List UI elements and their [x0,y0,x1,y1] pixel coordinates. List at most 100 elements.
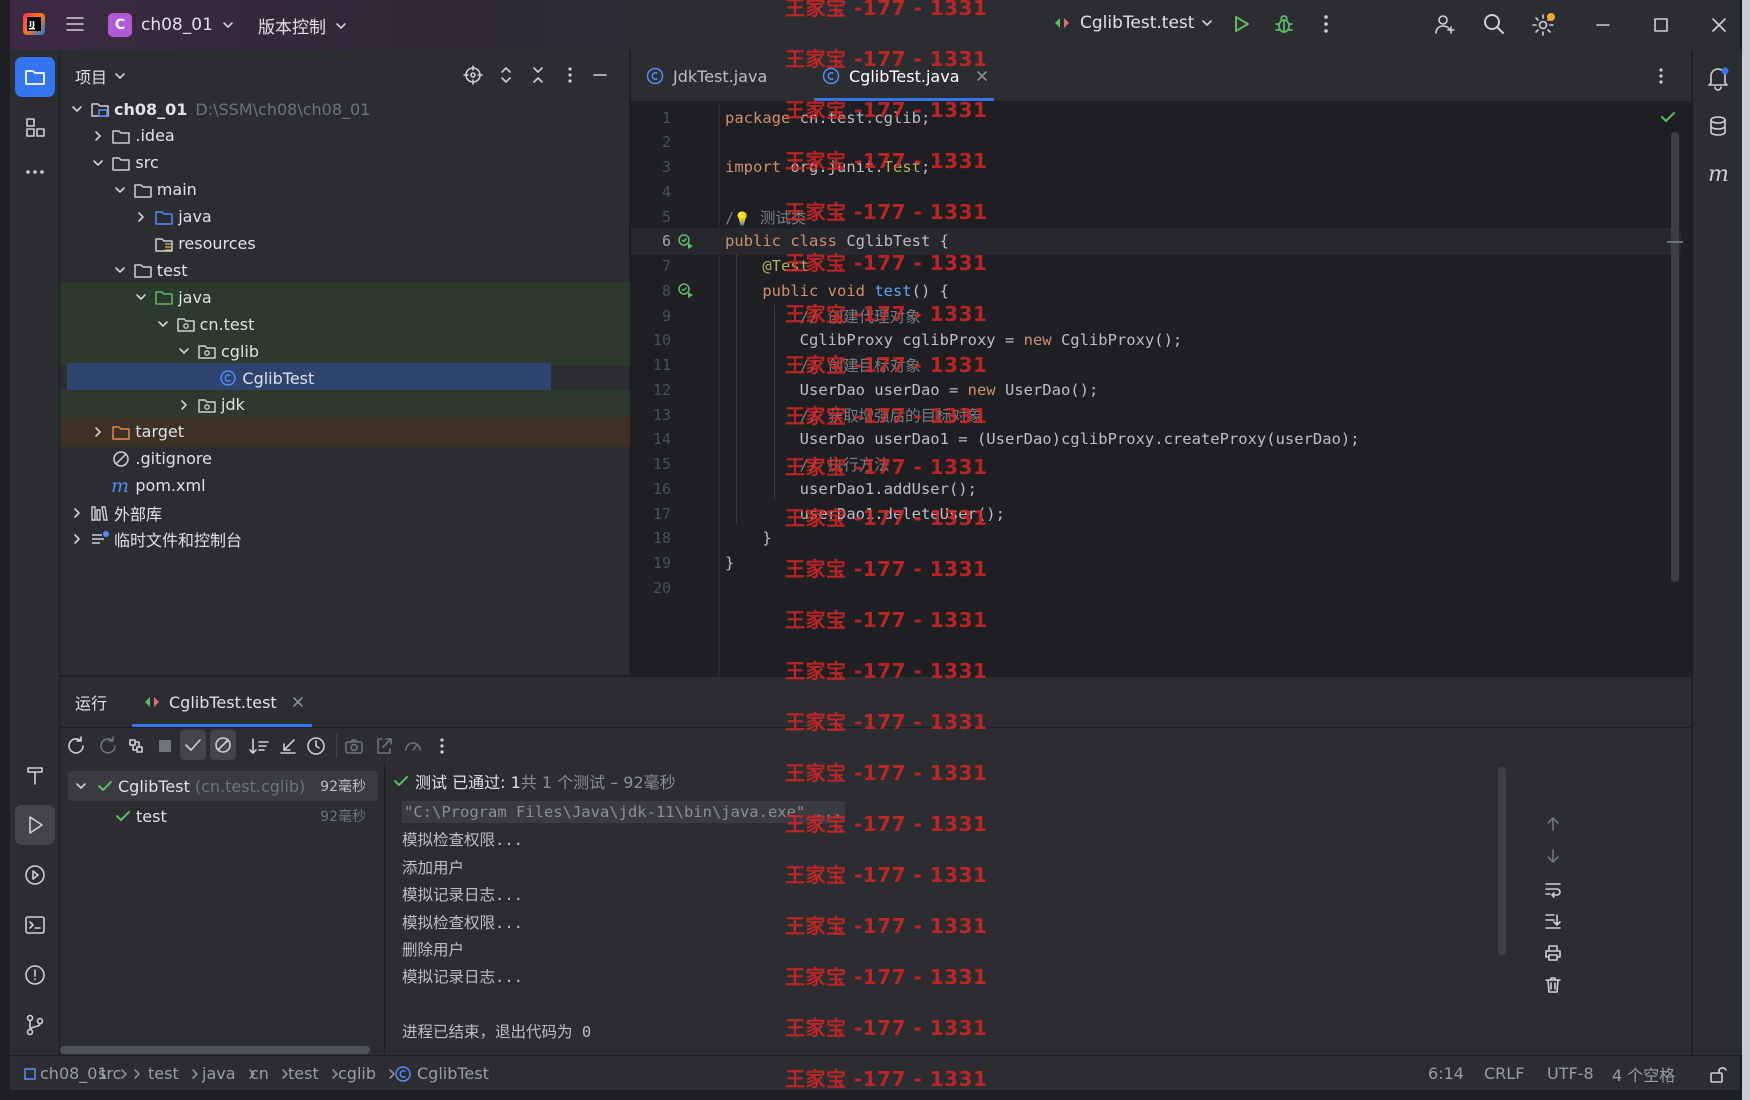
sort-icon[interactable] [248,736,270,756]
panel-options-icon[interactable] [560,65,580,85]
collapse-all-icon[interactable] [528,65,548,85]
tree-item[interactable]: .idea [60,121,630,151]
hide-panel-icon[interactable] [590,65,610,85]
tab-jdktest[interactable]: JdkTest.java [645,50,767,102]
problems-tool-button[interactable] [15,955,55,995]
code-line[interactable]: 12 UserDao userDao = new UserDao(); [631,376,1681,403]
trash-icon[interactable] [1543,975,1563,995]
chevron-down-icon[interactable] [113,183,127,197]
project-view-selector[interactable]: 项目 [75,64,127,88]
main-menu-icon[interactable] [64,13,86,35]
tab-cglibtest[interactable]: CglibTest.java [821,50,990,102]
tree-item[interactable]: java [60,202,630,232]
chevron-down-icon[interactable] [177,344,191,358]
tree-item[interactable]: cn.test [60,309,630,340]
database-button[interactable] [1698,106,1738,146]
tree-horizontal-scrollbar[interactable] [60,1046,370,1054]
breadcrumb-item[interactable]: cglib [338,1056,398,1091]
code-line[interactable]: 10 CglibProxy cglibProxy = new CglibProx… [631,327,1681,354]
code-line[interactable]: 17 userDao1.deleteUser(); [631,500,1681,527]
inspection-ok-icon[interactable] [1659,108,1677,126]
test-case-row[interactable]: test 92毫秒 [68,801,378,831]
indent-setting[interactable]: 4 个空格 [1612,1056,1675,1091]
scroll-down-icon[interactable] [1544,847,1562,865]
maximize-icon[interactable] [1650,14,1672,36]
tree-item[interactable]: test [60,255,630,285]
close-tab-icon[interactable] [974,68,990,84]
chevron-right-icon[interactable] [134,210,148,224]
code-line[interactable]: 9 // 创建代理对象 [631,302,1681,329]
code-line[interactable]: 8 public void test() { [631,277,1681,304]
import-tests-icon[interactable] [278,736,298,756]
notifications-button[interactable] [1698,58,1738,98]
editor-scrollbar[interactable] [1671,132,1679,582]
breadcrumb-item[interactable]: cn [250,1056,291,1091]
maven-button[interactable]: m [1698,154,1738,194]
code-line[interactable]: 11 // 创建目标对象 [631,352,1681,379]
tree-item[interactable]: cglib [60,336,630,367]
tree-item[interactable]: m pom.xml [60,471,630,501]
intellij-logo[interactable]: IJ [22,12,46,36]
search-icon[interactable] [1482,12,1506,36]
tree-item[interactable]: src [60,148,630,178]
tree-item[interactable]: resources [60,229,630,259]
soft-wrap-icon[interactable] [1543,879,1563,899]
test-suite-row[interactable]: CglibTest (cn.test.cglib) 92毫秒 [68,771,378,801]
tree-item[interactable]: ch08_01 D:\SSM\ch08\ch08_01 [60,94,630,124]
more-tools-button[interactable] [15,152,55,192]
print-icon[interactable] [1543,943,1563,963]
minimize-icon[interactable] [1592,14,1614,36]
rerun-failed-icon[interactable] [98,736,118,756]
breadcrumb-item[interactable]: CglibTest [394,1056,489,1091]
run-config-selector[interactable]: CglibTest.test [1052,13,1214,33]
add-user-icon[interactable] [1433,12,1457,36]
scroll-up-icon[interactable] [1544,815,1562,833]
coverage-icon[interactable] [403,736,423,756]
code-line[interactable]: 15 // 执行方法 [631,451,1681,478]
lightbulb-icon[interactable]: 💡 [734,212,750,227]
tree-item[interactable]: target [60,416,630,447]
tree-item[interactable]: java [60,282,630,313]
tree-item[interactable]: 临时文件和控制台 [60,524,630,554]
chevron-down-icon[interactable] [113,263,127,277]
project-tool-button[interactable] [15,57,55,97]
breadcrumb-item[interactable]: src [98,1056,143,1091]
chevron-down-icon[interactable] [91,156,105,170]
console-output[interactable]: 测试 已通过: 1 共 1 个测试 – 92毫秒 "C:\Program Fil… [386,763,1691,1056]
chevron-right-icon[interactable] [91,425,105,439]
run-test-gutter-icon[interactable] [677,232,695,250]
more-options-icon[interactable] [432,736,452,756]
file-encoding[interactable]: UTF-8 [1547,1056,1594,1091]
scroll-to-end-icon[interactable] [1543,911,1563,931]
code-line[interactable]: 4 [631,178,1681,205]
console-scrollbar[interactable] [1498,767,1506,955]
code-line[interactable]: 7 @Test [631,253,1681,280]
code-line[interactable]: 16 userDao1.addUser(); [631,475,1681,502]
services-tool-button[interactable] [15,855,55,895]
debug-button[interactable] [1272,12,1296,36]
breadcrumb-item[interactable]: test [288,1056,341,1091]
code-line[interactable]: 20 [631,574,1681,601]
chevron-right-icon[interactable] [70,506,84,520]
code-line[interactable]: 19} [631,550,1681,577]
code-line[interactable]: 3 import org.junit.Test; [631,154,1681,181]
git-tool-button[interactable] [15,1005,55,1045]
line-ending[interactable]: CRLF [1484,1056,1524,1091]
code-line[interactable]: 6 public class CglibTest { [631,227,1681,255]
more-actions-icon[interactable] [1315,13,1337,35]
code-line[interactable]: 1 package cn.test.cglib; [631,104,1681,131]
toggle-autotest-icon[interactable] [126,736,146,756]
tree-item[interactable]: .gitignore [60,444,630,474]
terminal-tool-button[interactable] [15,905,55,945]
tree-item[interactable]: main [60,175,630,205]
tree-item[interactable]: 外部库 [60,498,630,528]
chevron-right-icon[interactable] [177,398,191,412]
build-tool-button[interactable] [15,755,55,795]
editor-options-icon[interactable] [1651,66,1671,86]
breadcrumb-item[interactable]: test [148,1056,201,1091]
chevron-right-icon[interactable] [70,532,84,546]
run-button[interactable] [1230,13,1252,35]
expand-all-icon[interactable] [496,65,516,85]
code-line[interactable]: 13 // 获取增强后的目标对象 [631,401,1681,428]
code-line[interactable]: 18 } [631,525,1681,552]
